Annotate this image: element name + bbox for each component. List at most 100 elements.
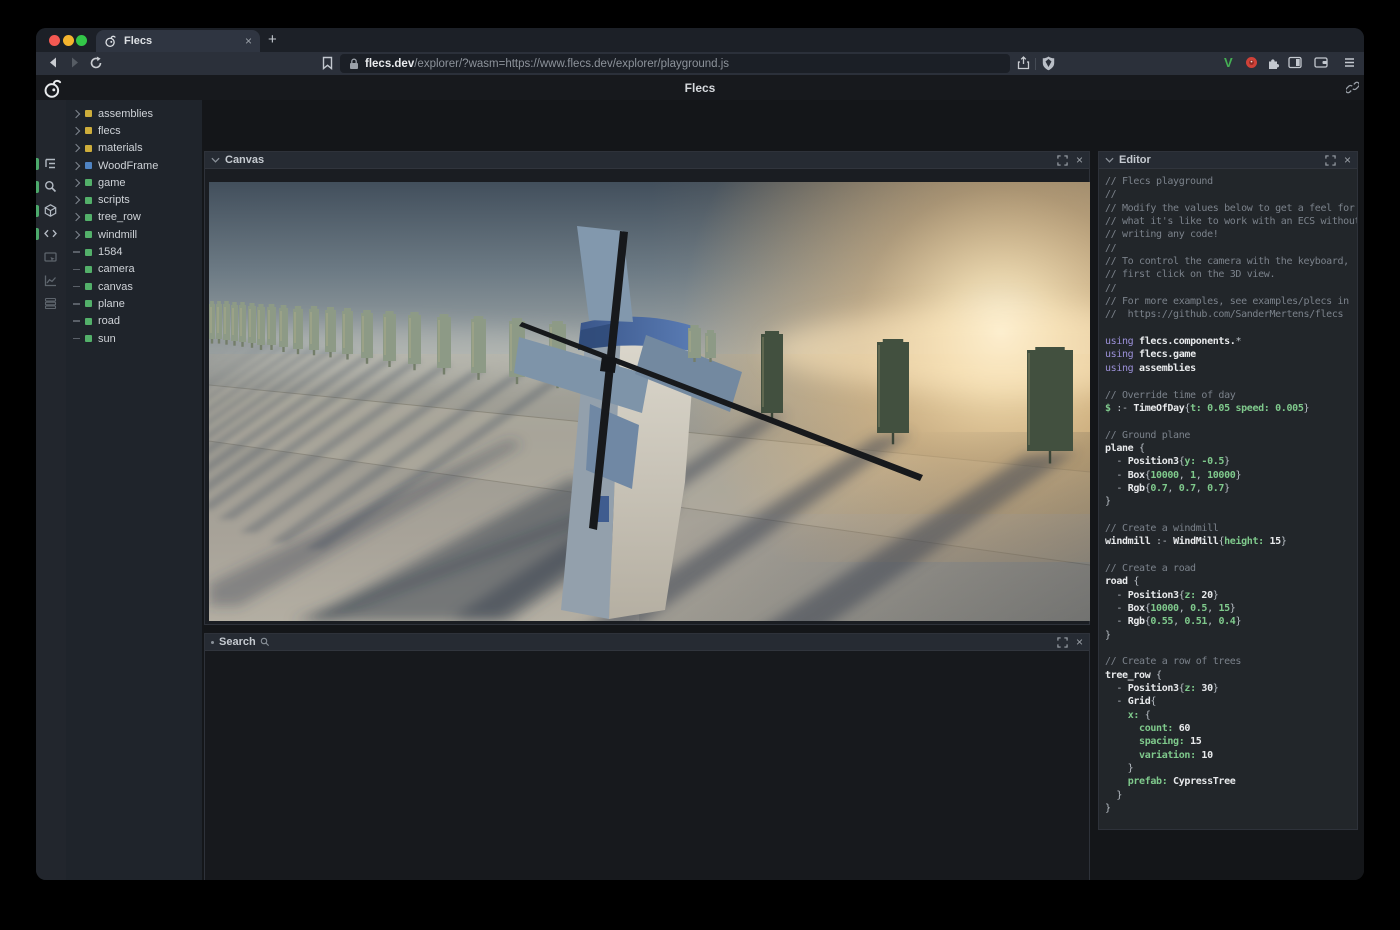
leaf-dash-icon [73,251,80,253]
search-icon[interactable] [44,180,57,193]
canvas-panel: Canvas × [204,151,1090,625]
forward-icon[interactable] [68,56,81,69]
expand-chevron-icon[interactable] [72,144,80,152]
entity-kind-swatch [85,162,92,169]
scene-render [209,182,1090,621]
outliner-icon[interactable] [44,157,57,170]
expand-chevron-icon[interactable] [72,109,80,117]
browser-tab-flecs[interactable]: Flecs × [96,30,260,52]
entity-tree-panel: assemblies flecs materials WoodFrame game scr… [66,100,202,880]
canvas-3d-scene[interactable] [209,182,1090,621]
tree-item-sun[interactable]: sun [66,330,202,347]
stats-chart-icon[interactable] [44,274,57,287]
entity-label: plane [98,298,125,310]
canvas-panel-title: Canvas [225,154,264,166]
wallet-icon[interactable] [1314,56,1328,69]
tree-item-tree_row[interactable]: tree_row [66,209,202,226]
app-header: Flecs [36,75,1364,100]
fullscreen-icon[interactable] [1057,637,1068,648]
canvas-panel-header[interactable]: Canvas × [205,152,1089,169]
brave-shield-icon[interactable] [1042,56,1055,71]
expand-chevron-icon[interactable] [72,230,80,238]
leaf-dash-icon [73,338,80,340]
close-icon[interactable]: × [1076,636,1083,648]
tree-item-windmill[interactable]: windmill [66,226,202,243]
expand-chevron-icon[interactable] [72,161,80,169]
extensions-puzzle-icon[interactable] [1267,56,1281,70]
reload-icon[interactable] [89,56,103,70]
traffic-light-minimize[interactable] [63,35,74,46]
tree-item-canvas[interactable]: canvas [66,278,202,295]
flecs-explorer-app: Flecs [36,75,1364,880]
editor-panel-header[interactable]: Editor × [1099,152,1357,169]
traffic-light-zoom[interactable] [76,35,87,46]
entity-label: materials [98,142,143,154]
toolbar-divider [1035,58,1036,70]
tree-item-materials[interactable]: materials [66,140,202,157]
leaf-dash-icon [73,320,80,322]
extension-red-icon[interactable] [1245,56,1258,69]
share-link-icon[interactable] [1346,81,1359,94]
entity-kind-swatch [85,283,92,290]
leaf-dash-icon [73,303,80,305]
entity-kind-swatch [85,197,92,204]
entity-label: game [98,177,126,189]
tree-item-game[interactable]: game [66,174,202,191]
fullscreen-icon[interactable] [1057,155,1068,166]
chevron-down-icon[interactable] [211,157,220,163]
entity-kind-swatch [85,231,92,238]
tree-item-assemblies[interactable]: assemblies [66,105,202,122]
leaf-dash-icon [73,286,80,288]
tab-close-icon[interactable]: × [245,35,252,47]
expand-chevron-icon[interactable] [72,196,80,204]
entity-label: windmill [98,229,137,241]
search-panel-header[interactable]: Search × [205,634,1089,651]
logs-icon[interactable] [44,297,57,310]
windmill-hub [600,356,617,373]
tree-item-road[interactable]: road [66,313,202,330]
entity-label: assemblies [98,108,153,120]
sidebar-icon-strip [36,100,66,880]
share-icon[interactable] [1017,56,1030,70]
entity-label: scripts [98,194,130,206]
tree-item-flecs[interactable]: flecs [66,122,202,139]
new-tab-button[interactable]: + [268,31,277,48]
tree-item-scripts[interactable]: scripts [66,191,202,208]
url-path: /explorer/?wasm=https://www.flecs.dev/ex… [414,58,729,70]
expand-chevron-icon[interactable] [72,127,80,135]
page-title: Flecs [685,81,716,95]
vimium-icon[interactable]: V [1224,55,1233,70]
entity-label: camera [98,263,135,275]
tree-item-WoodFrame[interactable]: WoodFrame [66,157,202,174]
entity-kind-swatch [85,110,92,117]
inspector-icon[interactable] [44,251,57,264]
tree-item-plane[interactable]: plane [66,295,202,312]
search-results-area[interactable] [206,652,1088,880]
entity-kind-swatch [85,127,92,134]
sidebar-toggle-icon[interactable] [1288,56,1302,69]
tree-item-camera[interactable]: camera [66,261,202,278]
search-panel-title: Search [219,636,256,648]
chevron-down-icon[interactable] [1105,157,1114,163]
active-indicator [36,158,39,170]
back-icon[interactable] [47,56,60,69]
tree-item-1584[interactable]: 1584 [66,243,202,260]
bookmark-icon[interactable] [321,56,334,70]
expand-chevron-icon[interactable] [72,179,80,187]
fullscreen-icon[interactable] [1325,155,1336,166]
expand-chevron-icon[interactable] [72,213,80,221]
entity-kind-swatch [85,318,92,325]
code-icon[interactable] [44,227,57,240]
scene-cube-icon[interactable] [44,204,57,217]
code-editor[interactable]: // Flecs playground//// Modify the value… [1099,170,1357,829]
browser-window: Flecs × + flecs.dev/explorer/?wasm=https… [36,28,1364,880]
entity-label: flecs [98,125,121,137]
entity-kind-swatch [85,145,92,152]
traffic-light-close[interactable] [49,35,60,46]
entity-kind-swatch [85,266,92,273]
close-icon[interactable]: × [1344,154,1351,166]
url-bar[interactable]: flecs.dev/explorer/?wasm=https://www.fle… [340,54,1010,73]
menu-icon[interactable] [1343,56,1356,69]
close-icon[interactable]: × [1076,154,1083,166]
entity-label: sun [98,333,116,345]
